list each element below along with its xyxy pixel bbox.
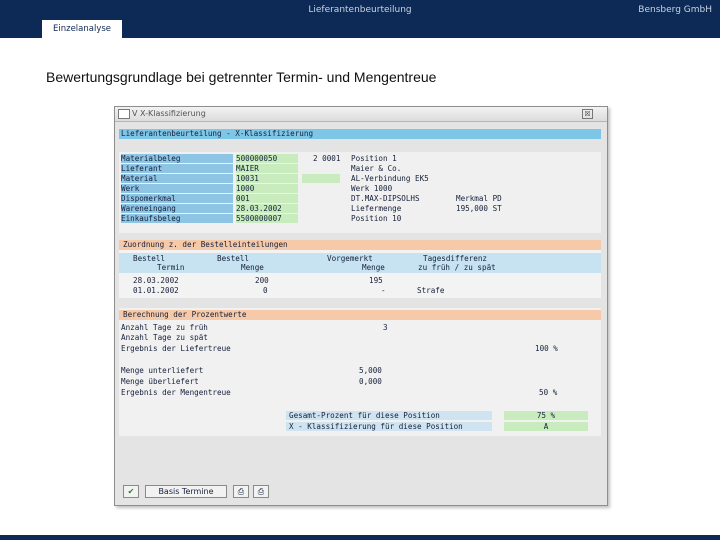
calc-value: 5,000 bbox=[359, 366, 382, 375]
info-right-label: Position 1 bbox=[351, 154, 397, 163]
calculation-header: Berechnung der Prozentwerte bbox=[119, 310, 601, 320]
company-name: Bensberg GmbH bbox=[638, 5, 712, 15]
calc-result: 50 % bbox=[539, 388, 558, 397]
assignment-column-header: Bestell Bestell Vorgemerkt Tagesdifferen… bbox=[119, 253, 601, 273]
presentation-title: Lieferantenbeurteilung bbox=[308, 5, 412, 15]
info-extra-field bbox=[302, 174, 340, 183]
calc-value: 0,000 bbox=[359, 377, 382, 386]
info-label: Wareneingang bbox=[121, 204, 233, 213]
assignment-gm: - bbox=[381, 286, 386, 295]
column-header: Vorgemerkt bbox=[327, 254, 373, 263]
calc-value: 3 bbox=[383, 323, 388, 332]
window-icon bbox=[118, 109, 130, 119]
total-value: 75 % bbox=[504, 411, 588, 420]
save-icon[interactable]: ⎙ bbox=[233, 485, 249, 498]
close-icon[interactable]: ☒ bbox=[582, 109, 593, 119]
info-label: Lieferant bbox=[121, 164, 233, 173]
total-label: Gesamt-Prozent für diese Position bbox=[286, 411, 492, 420]
calc-label: Menge unterliefert bbox=[121, 366, 204, 375]
assignment-qty: 200 bbox=[255, 276, 269, 285]
assignment-panel: Zuordnung z. der Bestelleinteilungen Bes… bbox=[119, 240, 601, 298]
column-subheader: Termin bbox=[157, 263, 185, 272]
dialog-headline: Lieferantenbeurteilung - X-Klassifizieru… bbox=[119, 129, 601, 139]
column-header: Bestell bbox=[133, 254, 166, 263]
column-header: Bestell bbox=[217, 254, 250, 263]
info-right-label: AL-Verbindung EK5 bbox=[351, 174, 429, 183]
info-right-value: 195,000 ST bbox=[456, 204, 502, 213]
info-right-value: Merkmal PD bbox=[456, 194, 502, 203]
info-right-label: Liefermenge bbox=[351, 204, 402, 213]
calc-label: Ergebnis der Liefertreue bbox=[121, 344, 231, 353]
assignment-date: 01.01.2002 bbox=[133, 286, 179, 295]
basis-termine-button[interactable]: Basis Termine bbox=[145, 485, 227, 498]
bottom-banner bbox=[0, 535, 720, 540]
calc-label: Ergebnis der Mengentreue bbox=[121, 388, 231, 397]
info-right-label: Werk 1000 bbox=[351, 184, 393, 193]
info-value: MAIER bbox=[236, 164, 298, 173]
info-value: 1000 bbox=[236, 184, 298, 193]
calc-result: 100 % bbox=[535, 344, 558, 353]
column-subheader: Menge bbox=[362, 263, 385, 272]
window-title: V X-Klassifizierung bbox=[132, 109, 206, 118]
window-titlebar: V X-Klassifizierung ☒ bbox=[115, 107, 607, 122]
assignment-date: 28.03.2002 bbox=[133, 276, 179, 285]
info-value: 500000050 bbox=[236, 154, 298, 163]
info-label: Dispomerkmal bbox=[121, 194, 233, 203]
info-label: Einkaufsbeleg bbox=[121, 214, 233, 223]
info-value: 10031 bbox=[236, 174, 298, 183]
info-value: 28.03.2002 bbox=[236, 204, 298, 213]
confirm-check-icon[interactable]: ✔ bbox=[123, 485, 139, 498]
classification-value: A bbox=[504, 422, 588, 431]
info-extra: 2 0001 bbox=[313, 154, 341, 163]
info-label: Materialbeleg bbox=[121, 154, 233, 163]
print-icon[interactable]: ⎙ bbox=[253, 485, 269, 498]
info-label: Material bbox=[121, 174, 233, 183]
slide-title: Bewertungsgrundlage bei getrennter Termi… bbox=[46, 69, 437, 85]
basis-termine-label: Basis Termine bbox=[158, 487, 214, 496]
info-right-label: Position 10 bbox=[351, 214, 402, 223]
column-header: Tagesdifferenz bbox=[423, 254, 488, 263]
assignment-diff: Strafe bbox=[417, 286, 445, 295]
calculation-panel: Berechnung der Prozentwerte Anzahl Tage … bbox=[119, 308, 601, 436]
classification-label: X - Klassifizierung für diese Position bbox=[286, 422, 492, 431]
info-panel: Materialbeleg 500000050 2 0001 Position … bbox=[119, 152, 601, 233]
calc-label: Menge überliefert bbox=[121, 377, 199, 386]
column-subheader: Menge bbox=[241, 263, 264, 272]
calc-label: Anzahl Tage zu früh bbox=[121, 323, 208, 332]
info-value: 001 bbox=[236, 194, 298, 203]
info-value: 5500000007 bbox=[236, 214, 298, 223]
dialog-footer: ✔ Basis Termine ⎙ ⎙ bbox=[119, 483, 601, 501]
column-subheader: zu früh / zu spät bbox=[418, 263, 496, 272]
sap-dialog-window: V X-Klassifizierung ☒ Lieferantenbeurtei… bbox=[114, 106, 608, 506]
assignment-header: Zuordnung z. der Bestelleinteilungen bbox=[119, 240, 601, 250]
info-label: Werk bbox=[121, 184, 233, 193]
section-tab: Einzelanalyse bbox=[42, 20, 122, 38]
info-right-label: DT.MAX-DIPSOLHS bbox=[351, 194, 420, 203]
calc-label: Anzahl Tage zu spät bbox=[121, 333, 208, 342]
info-right-label: Maier & Co. bbox=[351, 164, 402, 173]
top-banner: Lieferantenbeurteilung Bensberg GmbH Ein… bbox=[0, 0, 720, 38]
assignment-gm: 195 bbox=[369, 276, 383, 285]
assignment-qty: 0 bbox=[263, 286, 268, 295]
